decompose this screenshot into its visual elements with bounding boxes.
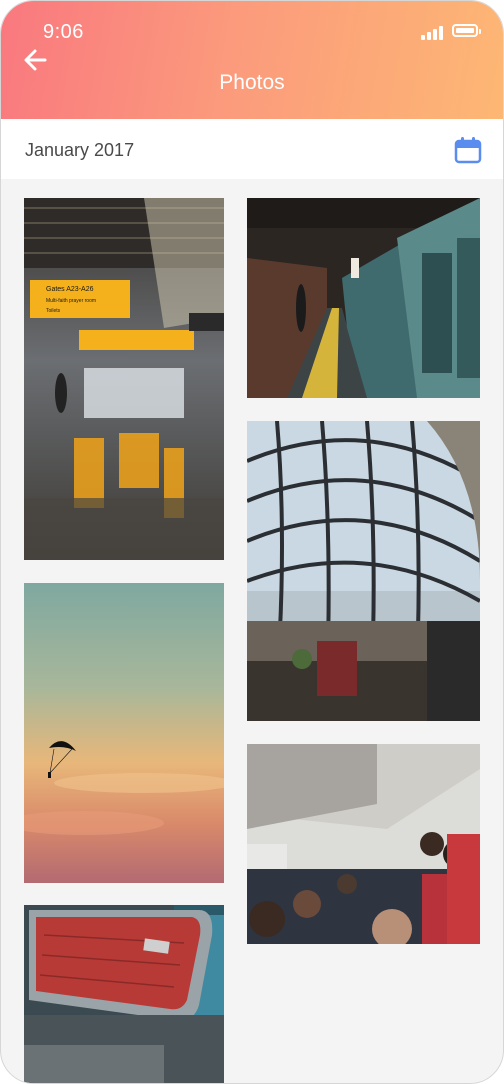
phone-frame: 9:06 Photos January 2017 Gates A23-A26 M… <box>0 0 504 1084</box>
sign-text-toilets: Toilets <box>46 308 61 314</box>
sign-text-gates: Gates A23-A26 <box>46 286 94 293</box>
calendar-icon <box>454 137 482 164</box>
header: 9:06 Photos <box>1 1 503 119</box>
photo-paraglider-sunset[interactable] <box>24 583 224 883</box>
status-time: 9:06 <box>43 21 84 43</box>
date-bar: January 2017 <box>1 119 503 179</box>
date-label: January 2017 <box>25 140 135 160</box>
sign-text-prayer: Multi-faith prayer room <box>46 298 96 304</box>
page-title: Photos <box>219 71 285 94</box>
photo-red-suitcase[interactable] <box>24 905 224 1083</box>
signal-icon <box>421 24 443 40</box>
photo-subway-train[interactable] <box>247 198 480 398</box>
photo-airplane-cabin[interactable] <box>247 744 480 944</box>
calendar-button[interactable] <box>454 136 482 164</box>
photo-airport-terminal[interactable]: Gates A23-A26 Multi-faith prayer room To… <box>24 198 224 560</box>
photo-glass-terminal[interactable] <box>247 421 480 721</box>
battery-icon <box>452 24 481 37</box>
